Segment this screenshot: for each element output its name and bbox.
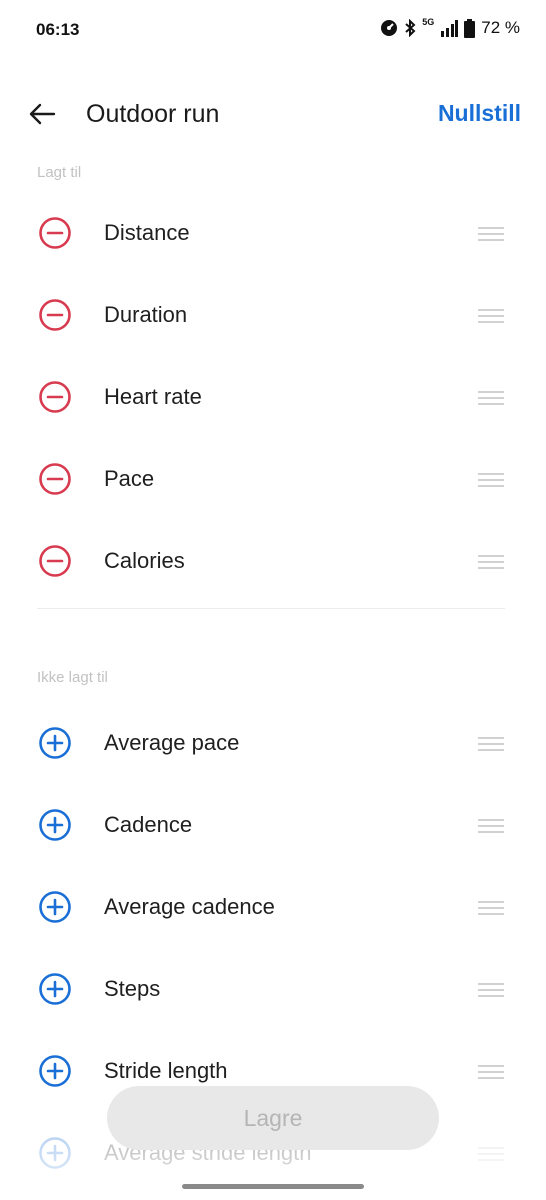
battery-percent: 72 % bbox=[481, 18, 520, 37]
drag-handle-icon[interactable] bbox=[478, 1065, 504, 1079]
reset-button[interactable]: Nullstill bbox=[438, 100, 521, 127]
list-item: Duration bbox=[0, 274, 546, 356]
add-icon[interactable] bbox=[38, 972, 72, 1006]
list-item: Average pace bbox=[0, 702, 546, 784]
drag-handle-icon[interactable] bbox=[478, 227, 504, 241]
drag-handle-icon[interactable] bbox=[478, 555, 504, 569]
section-divider bbox=[37, 608, 505, 609]
drag-handle-icon[interactable] bbox=[478, 737, 504, 751]
list-item: Calories bbox=[0, 520, 546, 602]
drag-handle-icon[interactable] bbox=[478, 983, 504, 997]
remove-icon[interactable] bbox=[38, 298, 72, 332]
status-bar: 06:13 5G 72 % bbox=[0, 0, 546, 60]
status-icons: 5G 72 % bbox=[380, 17, 520, 38]
list-item-label: Average pace bbox=[104, 730, 240, 755]
remove-icon[interactable] bbox=[38, 216, 72, 250]
battery-icon bbox=[464, 18, 476, 38]
list-item: Heart rate bbox=[0, 356, 546, 438]
list-item: Steps bbox=[0, 948, 546, 1030]
drag-handle-icon[interactable] bbox=[478, 391, 504, 405]
list-item-label: Cadence bbox=[104, 812, 193, 837]
drag-handle-icon[interactable] bbox=[478, 1147, 504, 1161]
header: Outdoor run Nullstill bbox=[0, 88, 546, 140]
list-item-label: Calories bbox=[104, 548, 185, 573]
list-item-label: Duration bbox=[104, 302, 188, 327]
bluetooth-icon bbox=[405, 19, 416, 37]
list-item: Pace bbox=[0, 438, 546, 520]
page-title: Outdoor run bbox=[86, 100, 220, 128]
back-arrow-icon bbox=[29, 103, 56, 125]
list-item-label: Stride length bbox=[104, 1058, 228, 1083]
list-item-label: Average cadence bbox=[104, 894, 275, 919]
drag-handle-icon[interactable] bbox=[478, 901, 504, 915]
back-button[interactable] bbox=[26, 98, 58, 130]
home-indicator[interactable] bbox=[182, 1184, 364, 1189]
network-type-label: 5G bbox=[422, 17, 435, 27]
list-item-label: Distance bbox=[104, 220, 190, 245]
remove-icon[interactable] bbox=[38, 544, 72, 578]
add-icon[interactable] bbox=[38, 726, 72, 760]
add-icon[interactable] bbox=[38, 1136, 72, 1170]
list-item: Average cadence bbox=[0, 866, 546, 948]
list-item-label: Heart rate bbox=[104, 384, 202, 409]
add-icon[interactable] bbox=[38, 1054, 72, 1088]
add-icon[interactable] bbox=[38, 890, 72, 924]
section-label-added: Lagt til bbox=[37, 164, 82, 181]
speedometer-icon bbox=[381, 20, 398, 36]
drag-handle-icon[interactable] bbox=[478, 309, 504, 323]
section-label-not-added: Ikke lagt til bbox=[37, 669, 108, 686]
remove-icon[interactable] bbox=[38, 462, 72, 496]
list-item-label: Steps bbox=[104, 976, 161, 1001]
add-icon[interactable] bbox=[38, 808, 72, 842]
drag-handle-icon[interactable] bbox=[478, 473, 504, 487]
remove-icon[interactable] bbox=[38, 380, 72, 414]
status-time: 06:13 bbox=[36, 20, 80, 39]
list-item: Cadence bbox=[0, 784, 546, 866]
list-item: Distance bbox=[0, 192, 546, 274]
save-button[interactable]: Lagre bbox=[107, 1086, 439, 1150]
drag-handle-icon[interactable] bbox=[478, 819, 504, 833]
list-item-label: Pace bbox=[104, 466, 155, 491]
signal-icon bbox=[441, 20, 459, 37]
